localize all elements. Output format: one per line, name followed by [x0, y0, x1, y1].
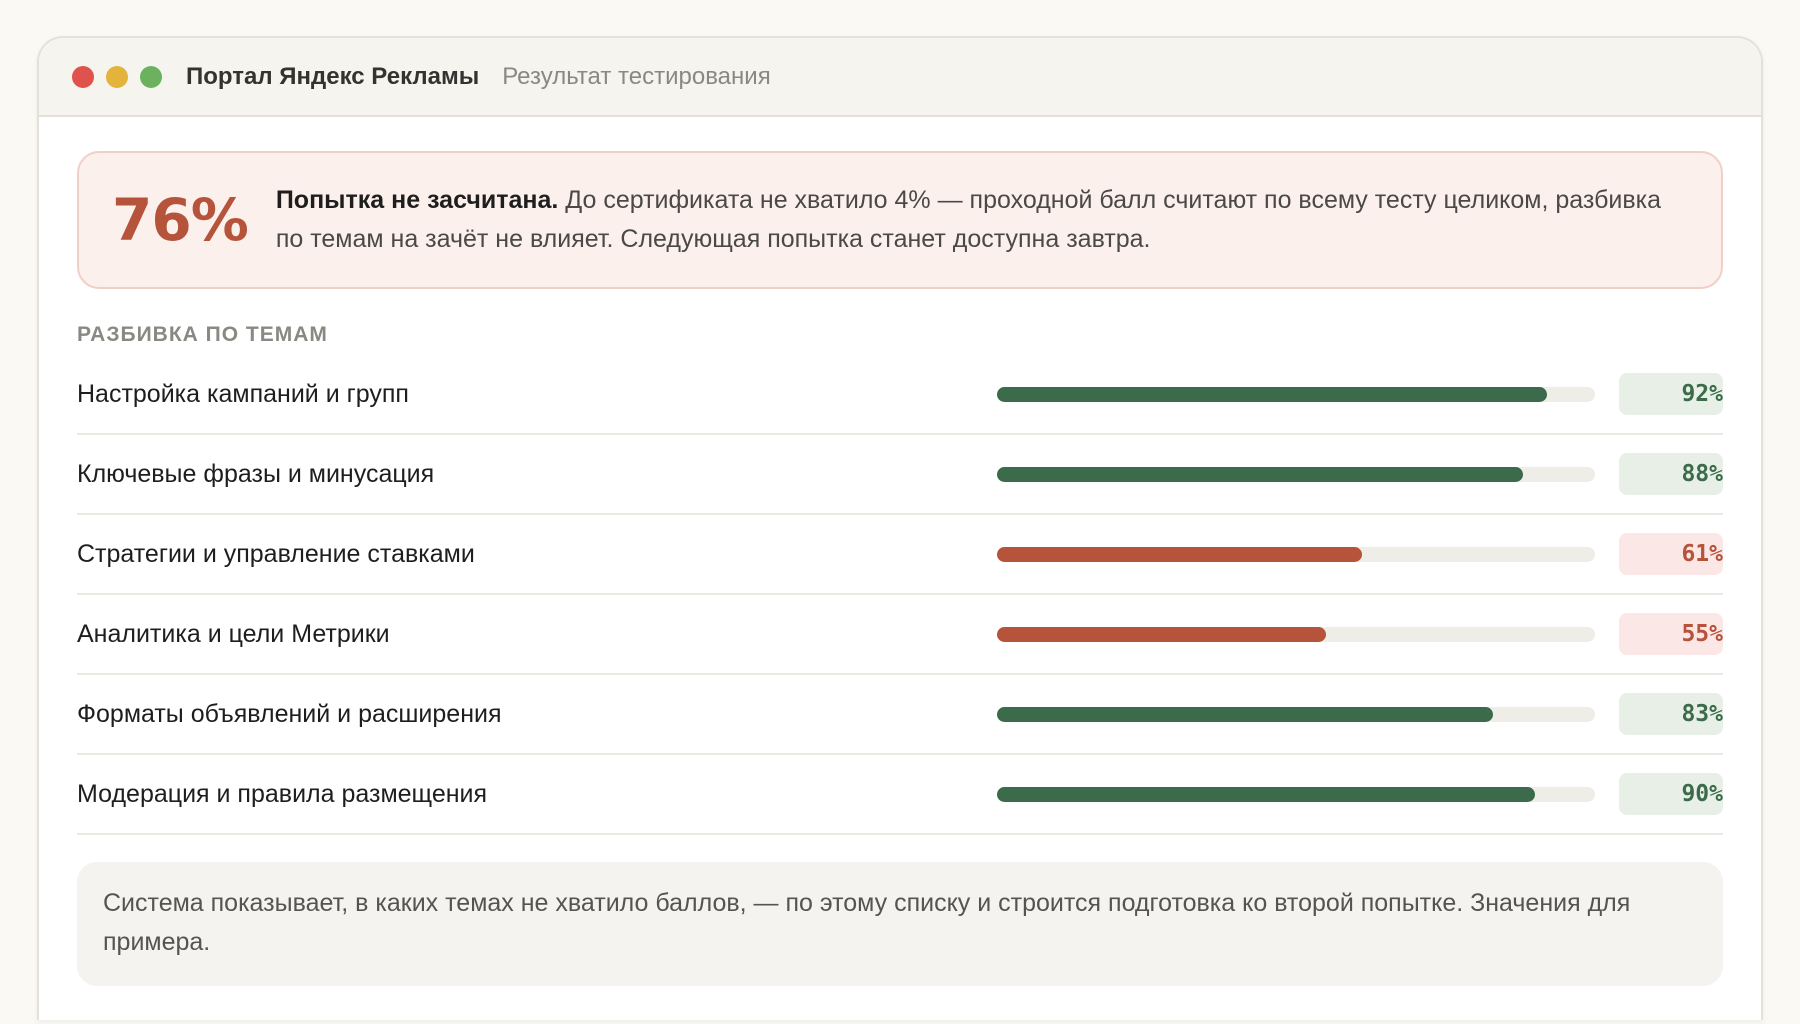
- total-score: 76%: [112, 186, 249, 254]
- progress-track: [997, 626, 1595, 642]
- progress-fill: [997, 786, 1536, 802]
- score-badge: 92%: [1619, 373, 1723, 415]
- topic-row: Ключевые фразы и минусация 88%: [77, 435, 1723, 515]
- minimize-window-button[interactable]: [106, 65, 128, 88]
- progress-fill: [997, 466, 1524, 482]
- progress-track: [997, 786, 1595, 802]
- result-status: Попытка не засчитана.: [275, 186, 559, 214]
- progress-track: [997, 466, 1595, 482]
- progress-fill: [997, 386, 1548, 402]
- progress-track: [997, 546, 1595, 562]
- app-title: Портал Яндекс Рекламы: [186, 62, 480, 90]
- app-window: Портал Яндекс Рекламы Результат тестиров…: [37, 36, 1763, 1020]
- close-window-button[interactable]: [72, 65, 94, 88]
- maximize-window-button[interactable]: [140, 65, 162, 88]
- progress-track: [997, 706, 1595, 722]
- topic-name: Модерация и правила размещения: [77, 779, 488, 808]
- topic-row: Модерация и правила размещения 90%: [77, 755, 1723, 835]
- title-bar: Портал Яндекс Рекламы Результат тестиров…: [39, 38, 1761, 117]
- main-content: 76% Попытка не засчитана. До сертификата…: [39, 117, 1761, 986]
- topic-list: Настройка кампаний и групп 92% Ключевые фр…: [77, 355, 1723, 835]
- score-badge: 88%: [1619, 453, 1723, 495]
- topic-name: Ключевые фразы и минусация: [77, 459, 435, 488]
- score-badge: 83%: [1619, 693, 1723, 735]
- topic-name: Аналитика и цели Метрики: [77, 619, 390, 648]
- topic-row: Аналитика и цели Метрики 55%: [77, 595, 1723, 675]
- topic-name: Форматы объявлений и расширения: [77, 699, 502, 728]
- topic-row: Стратегии и управление ставками 61%: [77, 515, 1723, 595]
- progress-track: [997, 386, 1595, 402]
- progress-fill: [997, 706, 1494, 722]
- score-badge: 90%: [1619, 773, 1723, 815]
- progress-fill: [997, 626, 1326, 642]
- section-title: РАЗБИВКА ПО ТЕМАМ: [77, 323, 328, 346]
- info-note: Система показывает, в каких темах не хва…: [77, 862, 1723, 986]
- progress-fill: [997, 546, 1362, 562]
- topic-name: Стратегии и управление ставками: [77, 539, 475, 568]
- topic-name: Настройка кампаний и групп: [77, 379, 409, 408]
- result-message: Попытка не засчитана. До сертификата не …: [276, 181, 1681, 259]
- topic-row: Настройка кампаний и групп 92%: [77, 355, 1723, 435]
- page-subtitle: Результат тестирования: [502, 62, 771, 90]
- topic-row: Форматы объявлений и расширения 83%: [77, 675, 1723, 755]
- result-alert: 76% Попытка не засчитана. До сертификата…: [77, 151, 1723, 289]
- score-badge: 61%: [1619, 533, 1723, 575]
- score-badge: 55%: [1619, 613, 1723, 655]
